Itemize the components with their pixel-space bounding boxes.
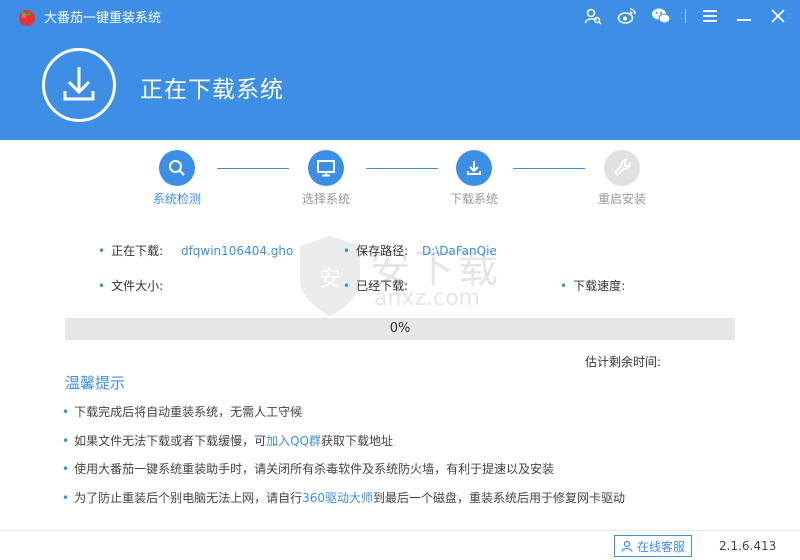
tip-text: 获取下载地址: [321, 434, 394, 448]
download-icon: [42, 48, 116, 122]
step-connector: [217, 168, 289, 169]
file-size-row: • 文件大小:: [98, 279, 164, 293]
step-select-system: 选择系统: [286, 150, 366, 207]
downloading-label: 正在下载:: [111, 244, 164, 258]
minimize-icon[interactable]: [730, 4, 758, 28]
step-system-check: 系统检测: [137, 150, 217, 207]
join-qq-group-link[interactable]: 加入QQ群: [266, 434, 321, 448]
downloading-filename: dfqwin106404.gho: [180, 244, 294, 258]
page-title: 正在下载系统: [140, 77, 284, 103]
tip-text: 下载完成后将自动重装系统，无需人工守候: [74, 405, 303, 419]
footer-divider: [0, 530, 800, 531]
titlebar-icons: [579, 4, 792, 28]
step-label: 重启安装: [597, 192, 646, 206]
progress-steps: 系统检测 选择系统 下载系统 重启安装: [0, 150, 800, 210]
progress-text: 0%: [389, 321, 411, 336]
menu-icon[interactable]: [696, 4, 724, 28]
tip-text: 到最后一个磁盘，重装系统后用于修复网卡驱动: [373, 491, 626, 505]
close-icon[interactable]: [764, 4, 792, 28]
downloaded-row: • 已经下载:: [343, 279, 409, 293]
version-label: 2.1.6.413: [719, 539, 777, 553]
header-banner: 大番茄一键重装系统 正在下载系统: [0, 0, 800, 140]
wechat-icon[interactable]: [647, 4, 675, 28]
tip-text: 使用大番茄一键系统重装助手时，请关闭所有杀毒软件及系统防火墙，有利于提速以及安装: [74, 462, 555, 476]
tip-item: • 下载完成后将自动重装系统，无需人工守候: [62, 405, 303, 419]
step-label: 下载系统: [449, 192, 498, 206]
tips-title: 温馨提示: [65, 374, 126, 392]
speed-label: 下载速度:: [573, 279, 626, 293]
tip-text: 为了防止重装后个别电脑无法上网，请自行: [74, 491, 303, 505]
save-path-link[interactable]: D:\DaFanQie: [422, 244, 497, 258]
service-user-icon: [621, 540, 633, 552]
app-title: 大番茄一键重装系统: [44, 11, 162, 26]
speed-row: • 下载速度:: [560, 279, 626, 293]
driver-master-link[interactable]: 360驱动大师: [302, 491, 373, 505]
step-connector: [366, 168, 438, 169]
step-restart-install: 重启安装: [582, 150, 662, 207]
step-label: 系统检测: [152, 192, 201, 206]
monitor-icon: [308, 150, 344, 186]
save-path-label: 保存路径:: [356, 244, 409, 258]
file-size-label: 文件大小:: [111, 279, 164, 293]
save-path-row: • 保存路径: D:\DaFanQie: [343, 244, 497, 258]
download-progress-bar: 0%: [65, 318, 735, 340]
downloaded-label: 已经下载:: [356, 279, 409, 293]
tip-item: • 为了防止重装后个别电脑无法上网，请自行360驱动大师到最后一个磁盘，重装系统后…: [62, 491, 626, 505]
eta-label: 估计剩余时间:: [585, 355, 662, 369]
online-service-button[interactable]: 在线客服: [614, 535, 692, 557]
weibo-icon[interactable]: [613, 4, 641, 28]
user-search-icon[interactable]: [579, 4, 607, 28]
downloading-row: • 正在下载: dfqwin106404.gho: [98, 244, 294, 258]
tip-item: • 使用大番茄一键系统重装助手时，请关闭所有杀毒软件及系统防火墙，有利于提速以及安…: [62, 462, 555, 476]
download-icon: [456, 150, 492, 186]
tip-text: 如果文件无法下载或者下载缓慢，可: [74, 434, 267, 448]
wrench-icon: [604, 150, 640, 186]
online-service-label: 在线客服: [636, 539, 685, 554]
title-bar[interactable]: 大番茄一键重装系统: [0, 0, 800, 32]
tip-item: • 如果文件无法下载或者下载缓慢，可加入QQ群获取下载地址: [62, 434, 394, 448]
search-icon: [159, 150, 195, 186]
step-download-system: 下载系统: [434, 150, 514, 207]
tomato-logo-icon: [19, 10, 35, 26]
step-connector: [513, 168, 585, 169]
svg-text:安: 安: [319, 267, 341, 292]
step-label: 选择系统: [301, 192, 350, 206]
titlebar-divider: [685, 9, 686, 23]
